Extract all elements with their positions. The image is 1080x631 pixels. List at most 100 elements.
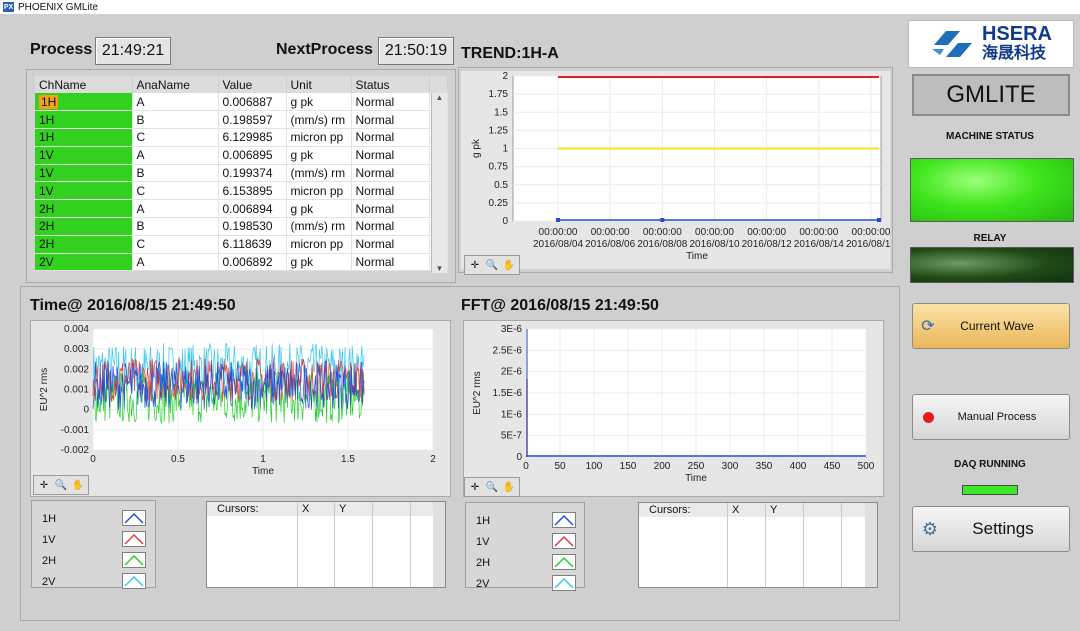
legend-label: 2H <box>476 557 491 569</box>
manual-process-label: Manual Process <box>957 410 1037 423</box>
cursor-move-icon[interactable]: ✛ <box>37 478 51 492</box>
cell-status: Normal <box>351 146 430 165</box>
pan-hand-icon[interactable]: ✋ <box>502 258 516 272</box>
cursors-title: Cursors: <box>217 503 259 515</box>
x-tick-time: 00:00:00 <box>747 227 786 238</box>
x-tick-date: 2016/08/04 <box>533 239 583 250</box>
cursors-title: Cursors: <box>649 504 691 516</box>
col-unit[interactable]: Unit <box>286 76 352 93</box>
fft-legend: 1H 1V 2H 2V <box>465 502 585 591</box>
x-tick-date: 2016/08/12 <box>742 239 792 250</box>
legend-label: 2H <box>42 555 57 567</box>
pan-hand-icon[interactable]: ✋ <box>502 480 516 494</box>
daq-running-led <box>962 485 1018 495</box>
scroll-down-icon[interactable]: ▼ <box>432 264 447 273</box>
cell-unit: g pk <box>286 146 352 165</box>
col-chname[interactable]: ChName <box>35 76 133 93</box>
time-plot[interactable]: 0.004 0.003 0.002 0.001 0 -0.001 -0.002 0 0.5 1 1.… <box>30 320 451 497</box>
x-tick-time: 00:00:00 <box>852 227 890 238</box>
cell-ananame: A <box>132 93 219 112</box>
table-row[interactable]: 1HC6.129985micron ppNormal6 <box>35 128 448 147</box>
table-row[interactable]: 2VA0.006892g pkNormal1 <box>35 253 448 272</box>
zoom-icon[interactable]: 🔍 <box>485 480 499 494</box>
legend-swatch[interactable] <box>122 510 146 526</box>
cursor-col-divider <box>334 502 335 587</box>
legend-swatch[interactable] <box>552 512 576 528</box>
table-scrollbar[interactable]: ▲ ▼ <box>431 93 447 273</box>
fft-plot[interactable]: 3E-6 2.5E-6 2E-6 1.5E-6 1E-6 5E-7 0 0 50 100 150 20… <box>463 320 884 497</box>
x-tick-label: 400 <box>790 461 807 472</box>
machine-status-led <box>910 158 1074 222</box>
cursors-scrollbar[interactable] <box>433 502 445 587</box>
cursor-col-divider <box>841 503 842 587</box>
channel-table[interactable]: ChName AnaName Value Unit Status 1H A 0.00… <box>35 76 448 272</box>
manual-process-button[interactable]: Manual Process <box>912 394 1070 440</box>
trend-toolbar[interactable]: ✛ 🔍 ✋ <box>464 255 520 275</box>
y-tick-label: 1 <box>502 144 508 155</box>
cell-ananame: B <box>132 164 219 183</box>
y-tick-label: 0.001 <box>64 385 89 396</box>
cursors-scrollbar[interactable] <box>865 503 877 587</box>
scroll-up-icon[interactable]: ▲ <box>432 93 447 102</box>
legend-swatch[interactable] <box>122 531 146 547</box>
table-row[interactable]: 2HA0.006894g pkNormal1 <box>35 199 448 219</box>
cell-value: 6.153895 <box>218 181 287 201</box>
current-wave-button[interactable]: ⟳ Current Wave <box>912 303 1070 349</box>
table-row[interactable]: 1VA0.006895g pkNormal1 <box>35 146 448 165</box>
fft-cursors-table[interactable]: Cursors: X Y <box>638 502 878 588</box>
legend-swatch[interactable] <box>552 533 576 549</box>
cell-unit: (mm/s) rm <box>286 217 352 236</box>
col-value[interactable]: Value <box>218 76 287 93</box>
col-status[interactable]: Status <box>351 76 430 93</box>
refresh-icon: ⟳ <box>921 318 935 335</box>
table-row[interactable]: 2HC6.118639micron ppNormal6 <box>35 235 448 254</box>
fft-toolbar[interactable]: ✛ 🔍 ✋ <box>464 477 520 497</box>
time-cursors-table[interactable]: Cursors: X Y <box>206 501 446 588</box>
table-header: ChName AnaName Value Unit Status <box>35 76 448 93</box>
y-tick-label: 0.5 <box>494 180 508 191</box>
table-row[interactable]: 1HA0.006887g pkNormal1 <box>35 93 448 112</box>
x-tick-label: 0.5 <box>171 454 185 465</box>
legend-label: 1V <box>42 534 56 546</box>
table-row[interactable]: 1VC6.153895micron ppNormal6 <box>35 181 448 201</box>
y-tick-label: 0 <box>502 216 508 227</box>
legend-swatch[interactable] <box>552 554 576 570</box>
x-tick-date: 2016/08/08 <box>637 239 687 250</box>
zoom-icon[interactable]: 🔍 <box>54 478 68 492</box>
time-legend: 1H 1V 2H 2V <box>31 500 156 589</box>
cell-status: Normal <box>351 164 430 183</box>
time-toolbar[interactable]: ✛ 🔍 ✋ <box>33 475 89 495</box>
trend-plot[interactable]: 2 1.75 1.5 1.25 1 0.75 0.5 0.25 0 00:00:00 2016/08… <box>461 71 896 269</box>
pan-hand-icon[interactable]: ✋ <box>71 478 85 492</box>
table-row[interactable]: 2HB0.198530(mm/s) rmNormal2 <box>35 217 448 236</box>
cursors-y-label: Y <box>770 504 778 516</box>
settings-button[interactable]: ⚙ Settings <box>912 506 1070 552</box>
trend-title: TREND:1H-A <box>461 45 559 62</box>
legend-swatch[interactable] <box>552 575 576 591</box>
cursor-move-icon[interactable]: ✛ <box>468 258 482 272</box>
cell-ananame: A <box>132 146 219 165</box>
cursors-x-label: X <box>732 504 740 516</box>
table-row[interactable]: 1VB0.199374(mm/s) rmNormal2 <box>35 164 448 183</box>
zoom-icon[interactable]: 🔍 <box>485 258 499 272</box>
table-row[interactable]: 1HB0.198597(mm/s) rmNormal2 <box>35 110 448 130</box>
hsera-logo-icon <box>931 31 972 57</box>
cell-ananame: A <box>132 199 219 219</box>
trend-chart-svg: 21.751.51.2510.750.50.25000:00:002016/08… <box>471 71 896 262</box>
cell-status: Normal <box>351 235 430 254</box>
y-tick-label: 3E-6 <box>501 324 523 335</box>
legend-swatch[interactable] <box>122 552 146 568</box>
x-tick-time: 00:00:00 <box>799 227 838 238</box>
cell-value: 0.006895 <box>218 146 287 165</box>
relay-label: RELAY <box>973 233 1007 244</box>
cell-ananame: C <box>132 235 219 254</box>
legend-swatch[interactable] <box>122 573 146 589</box>
y-tick-label: -0.002 <box>61 445 90 456</box>
cell-ananame: B <box>132 110 219 130</box>
cursor-move-icon[interactable]: ✛ <box>468 480 482 494</box>
y-tick-label: 0 <box>516 452 522 463</box>
company-logo: HSERA 海晟科技 <box>908 20 1074 68</box>
col-ananame[interactable]: AnaName <box>132 76 219 93</box>
y-tick-label: 0.25 <box>489 198 509 209</box>
y-tick-label: 0.004 <box>64 324 89 335</box>
